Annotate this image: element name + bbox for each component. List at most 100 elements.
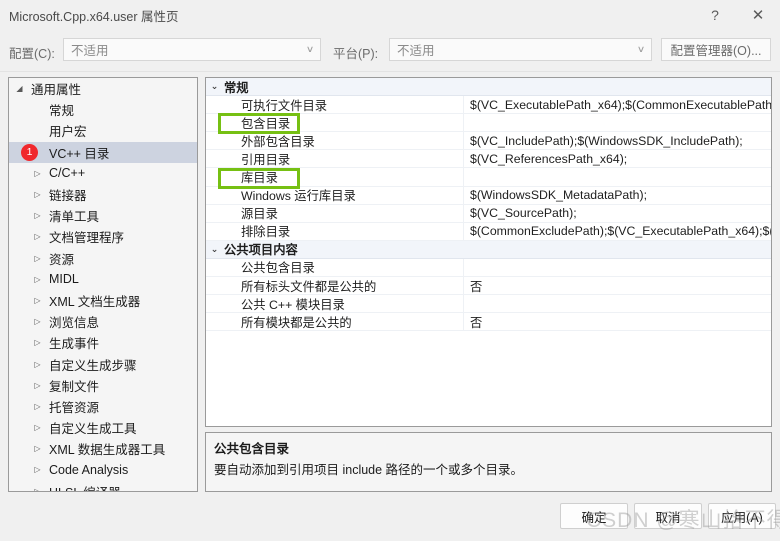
- tree-item-label: C/C++: [49, 166, 86, 181]
- collapsed-arrow-icon[interactable]: ▷: [31, 402, 44, 411]
- tree-item[interactable]: 常规: [9, 99, 197, 120]
- tree-item[interactable]: ▷ Code Analysis: [9, 459, 197, 480]
- ok-button[interactable]: 确定: [560, 503, 628, 529]
- tree-item[interactable]: VC++ 目录 1: [9, 141, 197, 163]
- property-value[interactable]: $(VC_ReferencesPath_x64);: [463, 150, 771, 168]
- apply-button[interactable]: 应用(A): [708, 503, 776, 529]
- configuration-value: 不适用: [71, 44, 109, 58]
- property-value[interactable]: [444, 78, 771, 95]
- tree-item[interactable]: ▷ 复制文件: [9, 375, 197, 396]
- expanded-arrow-icon[interactable]: ◢: [13, 84, 26, 93]
- help-icon[interactable]: ?: [694, 0, 736, 30]
- collapsed-arrow-icon[interactable]: ▷: [31, 296, 44, 305]
- property-row[interactable]: 库目录: [206, 168, 771, 187]
- tree-item[interactable]: ▷ 生成事件: [9, 332, 197, 353]
- collapsed-arrow-icon[interactable]: ▷: [31, 360, 44, 369]
- property-row[interactable]: 可执行文件目录 $(VC_ExecutablePath_x64);$(Common…: [206, 96, 771, 115]
- property-value[interactable]: 否: [463, 313, 771, 331]
- collapsed-arrow-icon[interactable]: ▷: [31, 254, 44, 263]
- property-category-row[interactable]: ⌄ 公共项目内容: [206, 240, 771, 259]
- tree-item[interactable]: ◢ 通用属性: [9, 78, 197, 99]
- tree-item-label: 常规: [49, 104, 75, 119]
- tree-item[interactable]: ▷ HLSL 编译器: [9, 481, 197, 491]
- property-value[interactable]: $(WindowsSDK_MetadataPath);: [463, 186, 771, 204]
- tree-item[interactable]: ▷ C/C++: [9, 163, 197, 184]
- tree-item[interactable]: ▷ 自定义生成步骤: [9, 353, 197, 374]
- collapsed-arrow-icon[interactable]: ▷: [31, 487, 44, 491]
- tree-item-label: 复制文件: [49, 379, 100, 394]
- config-manager-button[interactable]: 配置管理器(O)...: [661, 38, 771, 61]
- property-name: 源目录: [241, 207, 278, 222]
- property-row[interactable]: 所有标头文件都是公共的 否: [206, 277, 771, 296]
- description-title: 公共包含目录: [214, 442, 290, 456]
- property-row[interactable]: 所有模块都是公共的 否: [206, 313, 771, 332]
- chevron-down-icon[interactable]: ⌄: [206, 244, 223, 255]
- close-icon[interactable]: ✕: [736, 0, 780, 30]
- chevron-down-icon[interactable]: ⌄: [206, 81, 223, 92]
- property-value[interactable]: 否: [463, 277, 771, 295]
- tree-item-label: 资源: [49, 252, 75, 267]
- configuration-bar: 配置(C): 不适用 ∨ 平台(P): 不适用 ∨ 配置管理器(O)...: [0, 30, 780, 72]
- tree-item[interactable]: ▷ 托管资源: [9, 396, 197, 417]
- property-name: 公共 C++ 模块目录: [241, 297, 345, 312]
- collapsed-arrow-icon[interactable]: ▷: [31, 211, 44, 220]
- cancel-button[interactable]: 取消: [634, 503, 702, 529]
- property-row[interactable]: 引用目录 $(VC_ReferencesPath_x64);: [206, 150, 771, 169]
- property-value[interactable]: $(CommonExcludePath);$(VC_ExecutablePath…: [463, 222, 771, 240]
- collapsed-arrow-icon[interactable]: ▷: [31, 275, 44, 284]
- tree-item-label: 清单工具: [49, 210, 100, 225]
- collapsed-arrow-icon[interactable]: ▷: [31, 338, 44, 347]
- property-value[interactable]: [444, 241, 771, 258]
- property-tree: ◢ 通用属性 常规 用户宏 VC++ 目录 1 ▷ C/C++ ▷ 链接器 ▷ 清单工具 ▷ 文档管理程序…: [9, 78, 197, 491]
- tree-item-label: 用户宏: [49, 125, 87, 140]
- property-value[interactable]: $(VC_ExecutablePath_x64);$(CommonExecuta…: [463, 96, 771, 114]
- tree-item[interactable]: ▷ 浏览信息: [9, 311, 197, 332]
- property-row[interactable]: 公共包含目录: [206, 258, 771, 278]
- tree-item[interactable]: ▷ 资源: [9, 248, 197, 269]
- tree-item[interactable]: ▷ 自定义生成工具: [9, 417, 197, 438]
- tree-item-label: Code Analysis: [49, 462, 129, 477]
- collapsed-arrow-icon[interactable]: ▷: [31, 169, 44, 178]
- property-row[interactable]: 外部包含目录 $(VC_IncludePath);$(WindowsSDK_Inc…: [206, 132, 771, 151]
- property-row[interactable]: 排除目录 $(CommonExcludePath);$(VC_Executable…: [206, 222, 771, 241]
- platform-combobox[interactable]: 不适用 ∨: [389, 38, 652, 61]
- tree-item[interactable]: 用户宏: [9, 120, 197, 141]
- tree-item[interactable]: ▷ 清单工具: [9, 205, 197, 226]
- property-row[interactable]: 包含目录: [206, 114, 771, 133]
- property-name: 所有模块都是公共的: [241, 315, 352, 330]
- tree-item[interactable]: ▷ 文档管理程序: [9, 226, 197, 247]
- property-row[interactable]: 公共 C++ 模块目录: [206, 295, 771, 314]
- property-value[interactable]: [463, 258, 771, 277]
- property-value[interactable]: [463, 295, 771, 313]
- collapsed-arrow-icon[interactable]: ▷: [31, 381, 44, 390]
- property-name: 常规: [224, 80, 249, 95]
- property-value[interactable]: [463, 168, 771, 186]
- tree-item[interactable]: ▷ 链接器: [9, 184, 197, 205]
- property-value[interactable]: $(VC_IncludePath);$(WindowsSDK_IncludePa…: [463, 132, 771, 150]
- collapsed-arrow-icon[interactable]: ▷: [31, 232, 44, 241]
- chevron-down-icon: ∨: [636, 44, 646, 54]
- tree-item-label: VC++ 目录: [49, 146, 110, 161]
- collapsed-arrow-icon[interactable]: ▷: [31, 317, 44, 326]
- tree-item-label: 自定义生成工具: [49, 422, 137, 437]
- property-value[interactable]: [463, 114, 771, 132]
- property-row[interactable]: Windows 运行库目录 $(WindowsSDK_MetadataPath);: [206, 186, 771, 205]
- tree-item[interactable]: ▷ XML 数据生成器工具: [9, 438, 197, 459]
- property-category-row[interactable]: ⌄ 常规: [206, 78, 771, 97]
- window-titlebar: Microsoft.Cpp.x64.user 属性页 ? ✕: [0, 0, 780, 30]
- collapsed-arrow-icon[interactable]: ▷: [31, 465, 44, 474]
- property-name: 公共项目内容: [224, 243, 298, 258]
- collapsed-arrow-icon[interactable]: ▷: [31, 444, 44, 453]
- configuration-combobox[interactable]: 不适用 ∨: [63, 38, 321, 61]
- window-title: Microsoft.Cpp.x64.user 属性页: [9, 9, 179, 24]
- property-row[interactable]: 源目录 $(VC_SourcePath);: [206, 204, 771, 223]
- property-grid-panel[interactable]: ⌄ 常规 可执行文件目录 $(VC_ExecutablePath_x64);$(Com…: [205, 77, 772, 427]
- collapsed-arrow-icon[interactable]: ▷: [31, 190, 44, 199]
- property-value[interactable]: $(VC_SourcePath);: [463, 204, 771, 222]
- tree-item[interactable]: ▷ XML 文档生成器: [9, 290, 197, 311]
- tree-item[interactable]: ▷ MIDL: [9, 269, 197, 290]
- description-body: 要自动添加到引用项目 include 路径的一个或多个目录。: [214, 463, 524, 477]
- property-tree-panel[interactable]: ◢ 通用属性 常规 用户宏 VC++ 目录 1 ▷ C/C++ ▷ 链接器 ▷ 清单工具 ▷ 文档管理程序…: [8, 77, 198, 492]
- tree-item-label: 生成事件: [49, 337, 100, 352]
- collapsed-arrow-icon[interactable]: ▷: [31, 423, 44, 432]
